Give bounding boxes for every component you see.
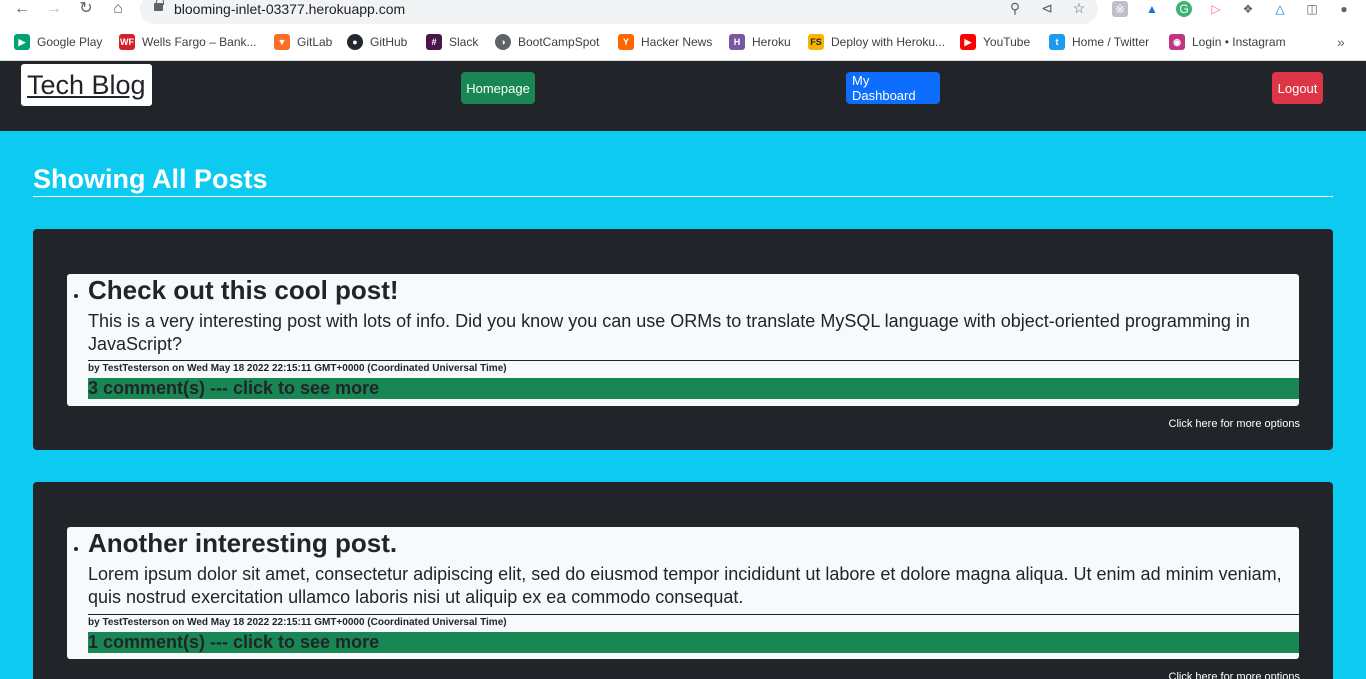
- post-card: Check out this cool post! This is a very…: [33, 229, 1333, 450]
- extension-icon[interactable]: ※: [1112, 1, 1128, 17]
- url-text: blooming-inlet-03377.herokuapp.com: [174, 1, 406, 17]
- bookmark-youtube[interactable]: ▶ YouTube: [960, 33, 1030, 51]
- main-content: Showing All Posts Check out this cool po…: [0, 131, 1366, 679]
- slack-icon: #: [426, 34, 442, 50]
- bookmark-label: Deploy with Heroku...: [831, 35, 946, 49]
- bookmark-wells-fargo[interactable]: WF Wells Fargo – Bank...: [119, 33, 257, 51]
- bookmark-label: Hacker News: [641, 35, 713, 49]
- list-bullet: [74, 294, 78, 298]
- bookmark-hacker-news[interactable]: Y Hacker News: [618, 33, 712, 51]
- twitter-icon: t: [1049, 34, 1065, 50]
- screencastify-icon[interactable]: ▷: [1208, 1, 1224, 17]
- more-options-link[interactable]: Click here for more options: [1169, 671, 1300, 679]
- post-title[interactable]: Another interesting post.: [88, 527, 397, 559]
- puzzle-icon[interactable]: ❖: [1240, 1, 1256, 17]
- bookmark-github[interactable]: ● GitHub: [347, 33, 407, 51]
- list-bullet: [74, 547, 78, 551]
- bookmarks-bar: ▶ Google Play WF Wells Fargo – Bank... ▼ Gi…: [0, 30, 1366, 54]
- comments-link[interactable]: 3 comment(s) --- click to see more: [88, 378, 1299, 399]
- meta-divider: [88, 360, 1299, 361]
- site-header: Tech Blog Homepage My Dashboard Logout: [0, 61, 1366, 131]
- browser-chrome: ← → ↻ ⌂ blooming-inlet-03377.herokuapp.c…: [0, 0, 1366, 61]
- zoom-icon[interactable]: ⚲: [1006, 0, 1024, 17]
- bookmark-deploy-heroku[interactable]: FS Deploy with Heroku...: [808, 33, 945, 51]
- bookmark-label: BootCampSpot: [518, 35, 600, 49]
- bookmark-label: Login • Instagram: [1192, 35, 1286, 49]
- bookmark-google-play[interactable]: ▶ Google Play: [14, 33, 102, 51]
- more-bookmarks-icon[interactable]: »: [1337, 33, 1345, 51]
- logout-button[interactable]: Logout: [1272, 72, 1323, 104]
- reload-icon[interactable]: ↻: [77, 0, 95, 18]
- back-icon[interactable]: ←: [13, 0, 31, 18]
- bookmark-gitlab[interactable]: ▼ GitLab: [274, 33, 332, 51]
- sidebar-icon[interactable]: ◫: [1304, 1, 1320, 17]
- hacker-news-icon: Y: [618, 34, 634, 50]
- homepage-button[interactable]: Homepage: [461, 72, 535, 104]
- page-title: Showing All Posts: [33, 164, 268, 194]
- gitlab-icon: ▼: [274, 34, 290, 50]
- bookmark-bootcampspot[interactable]: ◑ BootCampSpot: [495, 33, 599, 51]
- lock-icon: [154, 0, 164, 11]
- wells-fargo-icon: WF: [119, 34, 135, 50]
- brand-link[interactable]: Tech Blog: [27, 70, 146, 101]
- bookmark-label: YouTube: [983, 35, 1031, 49]
- bookmark-label: Home / Twitter: [1072, 35, 1150, 49]
- bookmark-label: Google Play: [37, 35, 103, 49]
- post-card: Another interesting post. Lorem ipsum do…: [33, 482, 1333, 679]
- bookmark-label: Slack: [449, 35, 479, 49]
- bookmark-twitter[interactable]: t Home / Twitter: [1049, 33, 1149, 51]
- dashboard-button[interactable]: My Dashboard: [846, 72, 940, 104]
- title-divider: [33, 196, 1333, 197]
- forward-icon[interactable]: →: [45, 0, 63, 18]
- share-icon[interactable]: ⊲: [1038, 0, 1056, 17]
- post-meta: by TestTesterson on Wed May 18 2022 22:1…: [88, 363, 507, 374]
- bookmark-label: Wells Fargo – Bank...: [142, 35, 257, 49]
- google-play-icon: ▶: [14, 34, 30, 50]
- bookmark-label: GitHub: [370, 35, 408, 49]
- grammarly-icon[interactable]: G: [1176, 1, 1192, 17]
- bookmark-instagram[interactable]: ◉ Login • Instagram: [1169, 33, 1286, 51]
- brand-logo[interactable]: Tech Blog: [21, 64, 152, 106]
- github-icon: ●: [347, 34, 363, 50]
- post-item[interactable]: Another interesting post. Lorem ipsum do…: [67, 527, 1299, 659]
- youtube-icon: ▶: [960, 34, 976, 50]
- post-body: This is a very interesting post with lot…: [88, 311, 1250, 354]
- bookmark-star-icon[interactable]: ☆: [1070, 0, 1088, 17]
- deploy-heroku-icon: FS: [808, 34, 824, 50]
- address-bar[interactable]: blooming-inlet-03377.herokuapp.com ⚲ ⊲ ☆: [140, 0, 1098, 24]
- post-meta: by TestTesterson on Wed May 18 2022 22:1…: [88, 617, 507, 628]
- bookmark-heroku[interactable]: H Heroku: [729, 33, 791, 51]
- meta-divider: [88, 614, 1299, 615]
- post-title[interactable]: Check out this cool post!: [88, 274, 399, 306]
- home-icon[interactable]: ⌂: [109, 0, 127, 18]
- profile-icon[interactable]: ●: [1336, 1, 1352, 17]
- bookmark-slack[interactable]: # Slack: [426, 33, 478, 51]
- bookmark-label: GitLab: [297, 35, 333, 49]
- bootcampspot-icon: ◑: [495, 34, 511, 50]
- google-drive-icon[interactable]: ▲: [1144, 1, 1160, 17]
- more-options-link[interactable]: Click here for more options: [1169, 418, 1300, 430]
- instagram-icon: ◉: [1169, 34, 1185, 50]
- comments-link[interactable]: 1 comment(s) --- click to see more: [88, 632, 1299, 653]
- bookmark-label: Heroku: [752, 35, 791, 49]
- heroku-icon: H: [729, 34, 745, 50]
- post-body: Lorem ipsum dolor sit amet, consectetur …: [88, 564, 1282, 607]
- browser-toolbar: ← → ↻ ⌂ blooming-inlet-03377.herokuapp.c…: [0, 0, 1366, 24]
- flask-icon[interactable]: △: [1272, 1, 1288, 17]
- post-item[interactable]: Check out this cool post! This is a very…: [67, 274, 1299, 406]
